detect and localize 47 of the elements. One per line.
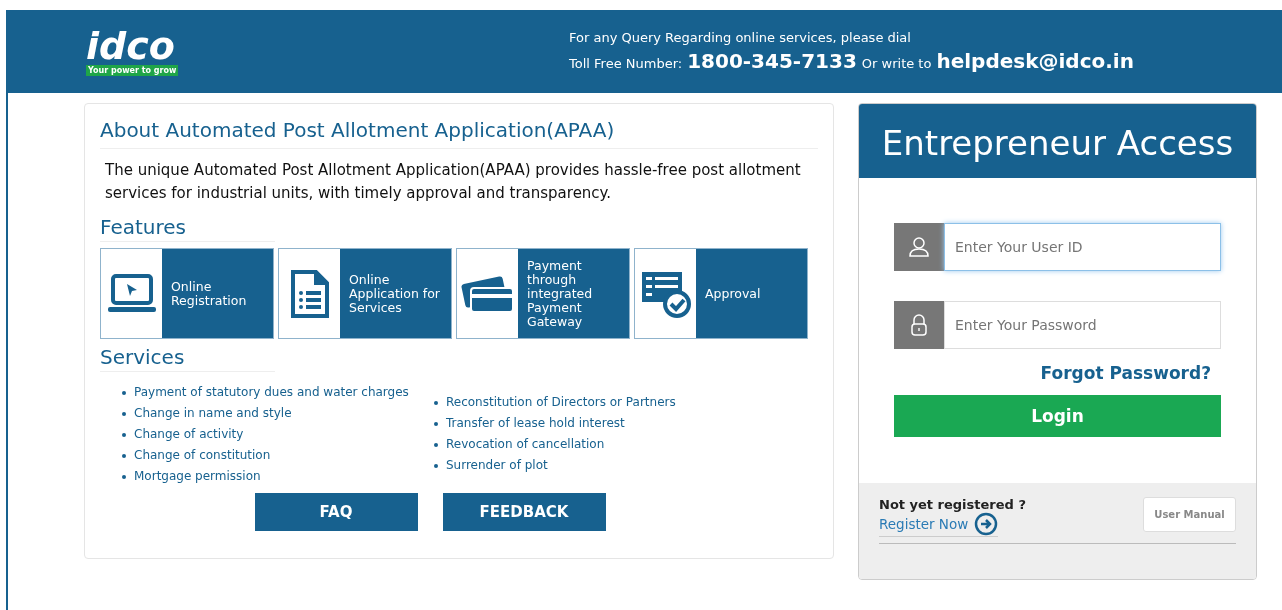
service-link[interactable]: Change in name and style: [134, 403, 292, 424]
user-icon: [908, 236, 930, 258]
feature-label: Payment through integrated Payment Gateway: [527, 258, 594, 329]
document-icon: [289, 268, 330, 319]
query-text: For any Query Regarding online services, please dial: [569, 30, 912, 45]
laptop-icon: [106, 272, 157, 315]
service-link[interactable]: Mortgage permission: [134, 466, 261, 487]
bullet-icon: [122, 474, 126, 479]
service-link[interactable]: Surrender of plot: [446, 455, 548, 476]
bullet-icon: [122, 411, 126, 416]
service-link[interactable]: Transfer of lease hold interest: [446, 413, 625, 434]
feature-label: Approval: [705, 286, 761, 301]
user-manual-button[interactable]: User Manual: [1143, 497, 1236, 532]
about-text: The unique Automated Post Allotment Application(APAA) provides hassle-free post allotment services for industrial units, with timely approval and transparency.: [105, 160, 802, 204]
login-title: Entrepreneur Access: [859, 104, 1256, 178]
input-field[interactable]: Enter Your User ID: [944, 223, 1221, 271]
section-title: Services: [100, 345, 275, 372]
lock-icon: [911, 314, 927, 336]
service-link[interactable]: Revocation of cancellation: [446, 434, 605, 455]
bullet-icon: [434, 463, 438, 468]
logo[interactable]: idco Your power to grow: [86, 27, 186, 76]
phone-number: 1800-345-7133: [687, 49, 857, 73]
feature-label: Online Application for Services: [349, 272, 441, 315]
service-link[interactable]: Change of constitution: [134, 445, 271, 466]
arrow-circle-icon: [974, 512, 999, 536]
checklist-icon: [639, 269, 692, 318]
bullet-icon: [122, 390, 126, 395]
input-field[interactable]: Enter Your Password: [944, 301, 1221, 349]
bullet-icon: [434, 442, 438, 447]
write-label: Or write to: [861, 56, 932, 71]
toll-free-label: Toll Free Number:: [569, 56, 683, 71]
not-registered-text: Not yet registered ?: [879, 497, 1026, 512]
service-link[interactable]: Change of activity: [134, 424, 244, 445]
bullet-icon: [122, 432, 126, 437]
feature-label: Online Registration: [171, 279, 248, 308]
section-title: Features: [100, 215, 275, 242]
section-title: About Automated Post Allotment Application(APAA): [100, 118, 818, 149]
bullet-icon: [434, 400, 438, 405]
email-address: helpdesk@idco.in: [936, 49, 1134, 73]
service-link[interactable]: Reconstitution of Directors or Partners: [446, 392, 676, 413]
register-link[interactable]: Register Now: [879, 512, 999, 537]
nav-button[interactable]: FAQ: [254, 493, 418, 531]
bullet-icon: [434, 421, 438, 426]
nav-button[interactable]: FEEDBACK: [442, 493, 606, 531]
forgot-password-link[interactable]: Forgot Password?: [1040, 363, 1211, 383]
bullet-icon: [122, 453, 126, 458]
service-link[interactable]: Payment of statutory dues and water charges: [134, 382, 409, 403]
